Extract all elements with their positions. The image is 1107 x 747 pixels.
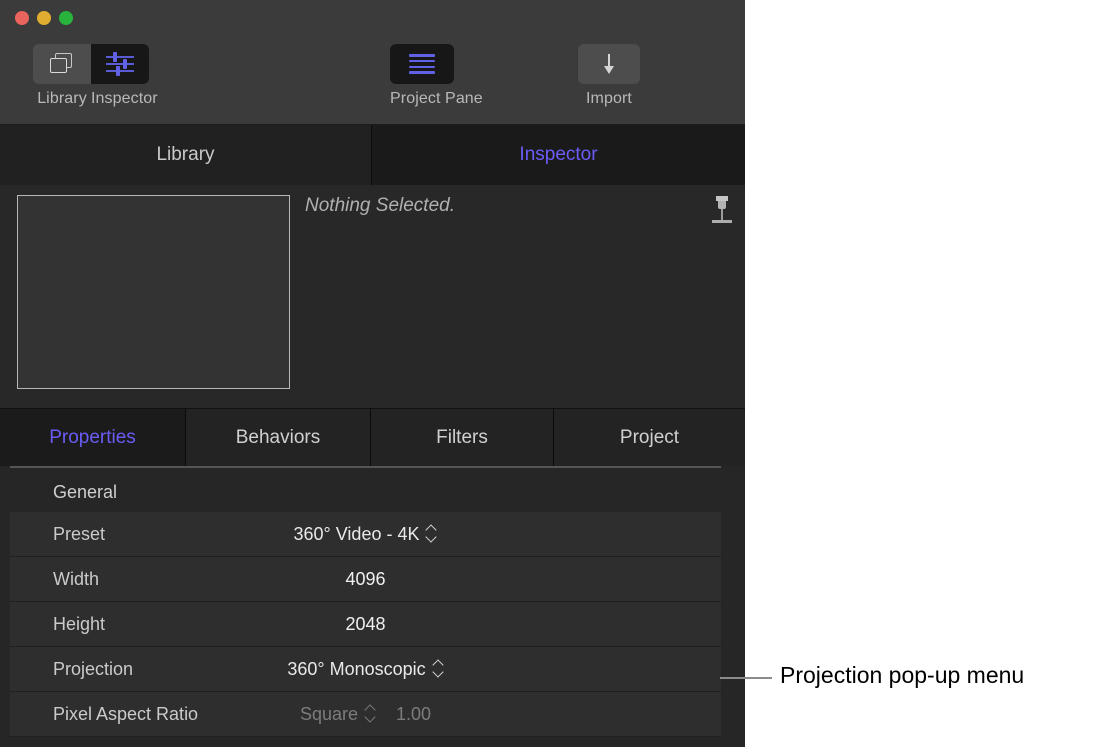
width-value-field[interactable]: 4096	[345, 569, 385, 590]
property-row-height: Height 2048	[10, 602, 721, 647]
sliders-icon	[106, 53, 134, 75]
minimize-button[interactable]	[37, 11, 51, 25]
window-controls[interactable]	[15, 11, 73, 25]
callout-leader-line	[720, 677, 772, 679]
height-value-field[interactable]: 2048	[345, 614, 385, 635]
toolbar-library-label: Library	[33, 90, 91, 108]
tab-behaviors[interactable]: Behaviors	[186, 409, 371, 466]
toolbar-group-project-pane: Project Pane	[390, 44, 454, 108]
property-label: Width	[53, 557, 99, 601]
toolbar-buttons	[578, 44, 640, 84]
property-row-pixel-aspect-ratio: Pixel Aspect Ratio Square 1.00	[10, 692, 721, 737]
motion-app-window: Library Inspector Project Pane	[0, 0, 745, 747]
property-label: Preset	[53, 512, 105, 556]
selection-status-text: Nothing Selected.	[305, 195, 455, 217]
screenshot-root: Library Inspector Project Pane	[0, 0, 1107, 747]
toolbar-labels: Import	[578, 90, 640, 108]
tab-project[interactable]: Project	[554, 409, 745, 466]
properties-panel: General Preset 360° Video - 4K Width 409…	[0, 466, 745, 747]
property-label: Height	[53, 602, 105, 646]
toolbar-buttons	[390, 44, 454, 84]
inspector-preview-area: Nothing Selected.	[0, 185, 745, 409]
tab-properties[interactable]: Properties	[0, 409, 186, 466]
panel-divider	[10, 466, 721, 468]
property-row-preset: Preset 360° Video - 4K	[10, 512, 721, 557]
properties-rows: Preset 360° Video - 4K Width 4096 Height	[10, 512, 721, 737]
property-row-projection: Projection 360° Monoscopic	[10, 647, 721, 692]
list-lines-icon	[409, 54, 435, 74]
callout-label: Projection pop-up menu	[780, 662, 1024, 689]
pixel-aspect-ratio-popup-value: Square	[300, 704, 358, 725]
toolbar-inspector-button[interactable]	[91, 44, 149, 84]
projection-popup-value[interactable]: 360° Monoscopic	[287, 659, 425, 680]
arrow-down-icon	[601, 53, 617, 75]
pin-icon[interactable]	[711, 196, 733, 228]
panel-tab-bar: Library Inspector	[0, 125, 745, 185]
toolbar-labels: Project Pane	[390, 90, 454, 108]
property-label: Pixel Aspect Ratio	[53, 692, 198, 736]
zoom-button[interactable]	[59, 11, 73, 25]
close-button[interactable]	[15, 11, 29, 25]
property-row-width: Width 4096	[10, 557, 721, 602]
pixel-aspect-ratio-number: 1.00	[396, 704, 431, 725]
toolbar-import-label: Import	[578, 90, 640, 108]
property-value-container: 2048	[10, 602, 721, 646]
toolbar-labels: Library Inspector	[33, 90, 149, 108]
toolbar-import-button[interactable]	[578, 44, 640, 84]
inspector-section-tabs: Properties Behaviors Filters Project	[0, 409, 745, 466]
toolbar-group-import: Import	[578, 44, 640, 108]
toolbar-group-left: Library Inspector	[33, 44, 149, 108]
tab-library[interactable]: Library	[0, 125, 372, 185]
property-value-container: 360° Video - 4K	[10, 512, 721, 556]
window-titlebar: Library Inspector Project Pane	[0, 0, 745, 125]
property-value-container: 4096	[10, 557, 721, 601]
toolbar-buttons	[33, 44, 149, 84]
tab-inspector[interactable]: Inspector	[372, 125, 745, 185]
chevron-updown-icon[interactable]	[426, 525, 437, 543]
toolbar-inspector-label: Inspector	[91, 90, 149, 108]
properties-group-header: General	[0, 472, 721, 512]
library-icon	[50, 53, 74, 75]
toolbar-library-button[interactable]	[33, 44, 91, 84]
toolbar-project-pane-button[interactable]	[390, 44, 454, 84]
property-label: Projection	[53, 647, 133, 691]
tab-filters[interactable]: Filters	[371, 409, 554, 466]
chevron-updown-icon[interactable]	[433, 660, 444, 678]
toolbar-project-pane-label: Project Pane	[390, 90, 454, 108]
preset-popup-value[interactable]: 360° Video - 4K	[294, 524, 420, 545]
preview-thumbnail	[17, 195, 290, 389]
chevron-updown-icon	[365, 705, 376, 723]
